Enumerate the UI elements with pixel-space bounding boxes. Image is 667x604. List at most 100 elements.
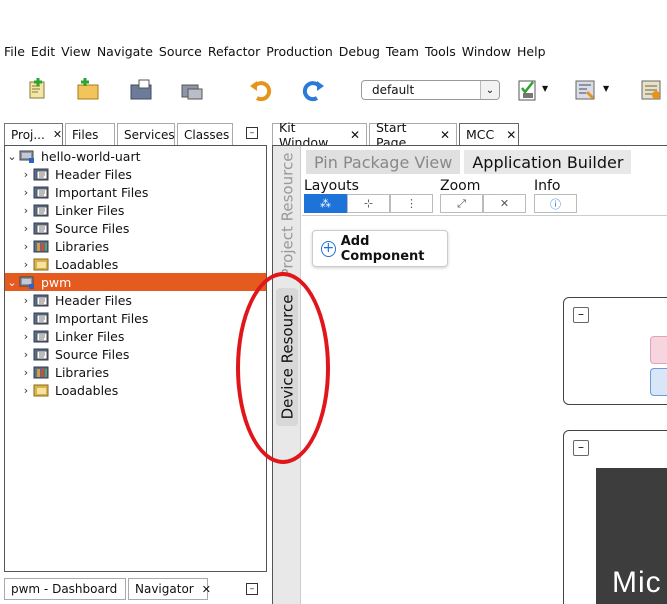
tab-mcc[interactable]: MCC ✕ <box>459 123 519 145</box>
menu-debug[interactable]: Debug <box>339 44 380 59</box>
menu-team[interactable]: Team <box>386 44 419 59</box>
layout-hierarchy-icon[interactable]: ⁂ <box>304 194 347 213</box>
zoom-collapse-icon[interactable]: ✕ <box>483 194 526 213</box>
menu-production[interactable]: Production <box>266 44 333 59</box>
tab-label: pwm - Dashboard <box>11 582 118 596</box>
tab-device-resource[interactable]: Device Resource <box>276 288 298 426</box>
tree-folder-node[interactable]: › Libraries <box>5 363 266 381</box>
tree-folder-node[interactable]: › Important Files <box>5 309 266 327</box>
configuration-select[interactable]: default ⌄ <box>361 80 500 100</box>
chevron-right-icon[interactable]: › <box>19 312 33 325</box>
close-icon[interactable]: ✕ <box>440 128 450 142</box>
tree-project-node[interactable]: ⌄ pwm <box>5 273 266 291</box>
collapse-button[interactable]: – <box>573 307 589 323</box>
info-icon[interactable]: ⓘ <box>534 194 577 213</box>
menu-edit[interactable]: Edit <box>31 44 55 59</box>
chevron-down-icon[interactable]: ⌄ <box>5 276 19 289</box>
tree-folder-node[interactable]: › Loadables <box>5 381 266 399</box>
menu-source[interactable]: Source <box>159 44 202 59</box>
close-icon[interactable]: ✕ <box>202 583 211 596</box>
layout-flow-icon[interactable]: ⋮ <box>390 194 433 213</box>
tab-project-resource[interactable]: Project Resource <box>276 150 298 280</box>
menu-tools[interactable]: Tools <box>425 44 456 59</box>
plus-icon: + <box>321 239 336 257</box>
tab-label: Services <box>124 127 175 142</box>
chevron-right-icon[interactable]: › <box>19 240 33 253</box>
tree-folder-node[interactable]: › Linker Files <box>5 327 266 345</box>
tree-folder-node[interactable]: › Loadables <box>5 255 266 273</box>
close-project-icon[interactable] <box>180 78 204 102</box>
tab-pin-package-view[interactable]: Pin Package View <box>306 150 461 174</box>
redo-icon[interactable] <box>301 78 325 102</box>
open-project-icon[interactable] <box>129 78 153 102</box>
tree-node-label: Loadables <box>55 382 119 398</box>
menu-file[interactable]: File <box>4 44 25 59</box>
tree-folder-node[interactable]: › Source Files <box>5 345 266 363</box>
chevron-right-icon[interactable]: › <box>19 186 33 199</box>
bottom-panel-tabs: pwm - Dashboard Navigator ✕ <box>4 578 267 600</box>
chevron-down-icon[interactable]: ▼ <box>542 84 548 93</box>
tree-folder-node[interactable]: › Linker Files <box>5 201 266 219</box>
tab-dashboard[interactable]: pwm - Dashboard <box>4 578 126 600</box>
menu-navigate[interactable]: Navigate <box>97 44 153 59</box>
tree-folder-node[interactable]: › Header Files <box>5 165 266 183</box>
project-properties-icon[interactable] <box>639 78 663 102</box>
chevron-down-icon[interactable]: ⌄ <box>5 150 19 163</box>
close-icon[interactable]: ✕ <box>350 128 360 142</box>
tab-kit-window[interactable]: Kit Window ✕ <box>272 120 367 150</box>
chevron-right-icon[interactable]: › <box>19 348 33 361</box>
tab-projects[interactable]: Proj... ✕ <box>4 123 63 145</box>
minimize-button[interactable]: – <box>246 583 258 595</box>
tree-node-label: Header Files <box>55 166 132 182</box>
chevron-right-icon[interactable]: › <box>19 168 33 181</box>
chevron-down-icon[interactable]: ⌄ <box>480 81 499 99</box>
chevron-right-icon[interactable]: › <box>19 258 33 271</box>
tree-node-label: Header Files <box>55 292 132 308</box>
project-icon <box>19 275 41 289</box>
tree-folder-node[interactable]: › Source Files <box>5 219 266 237</box>
tree-folder-node[interactable]: › Header Files <box>5 291 266 309</box>
new-project-icon[interactable] <box>76 78 100 102</box>
component-card[interactable]: – <box>563 297 667 405</box>
component-node[interactable] <box>650 336 667 364</box>
menu-refactor[interactable]: Refactor <box>208 44 260 59</box>
chevron-down-icon[interactable]: ▼ <box>603 84 609 93</box>
build-config-icon[interactable] <box>573 78 597 102</box>
collapse-button[interactable]: – <box>573 440 589 456</box>
tab-label: Navigator <box>135 582 194 596</box>
tab-navigator[interactable]: Navigator ✕ <box>128 578 211 600</box>
chevron-right-icon[interactable]: › <box>19 294 33 307</box>
layout-tree-icon[interactable]: ⊹ <box>347 194 390 213</box>
undo-icon[interactable] <box>249 78 273 102</box>
tab-start-page[interactable]: Start Page ✕ <box>369 120 457 150</box>
menu-view[interactable]: View <box>61 44 91 59</box>
tree-project-node[interactable]: ⌄ hello-world-uart <box>5 147 266 165</box>
src-check-icon[interactable] <box>517 78 541 102</box>
tab-files[interactable]: Files <box>65 123 115 145</box>
chevron-right-icon[interactable]: › <box>19 204 33 217</box>
folder-icon <box>33 203 55 217</box>
close-icon[interactable]: ✕ <box>506 128 516 142</box>
minimize-button[interactable]: – <box>246 127 258 139</box>
zoom-label: Zoom <box>440 178 481 194</box>
tab-application-builder[interactable]: Application Builder <box>464 150 632 174</box>
tab-services[interactable]: Services <box>117 123 175 145</box>
component-node[interactable] <box>650 368 667 396</box>
chevron-right-icon[interactable]: › <box>19 366 33 379</box>
menu-window[interactable]: Window <box>462 44 511 59</box>
new-file-icon[interactable] <box>26 78 50 102</box>
tab-classes[interactable]: Classes <box>177 123 233 145</box>
chevron-right-icon[interactable]: › <box>19 384 33 397</box>
left-panel-tabs: Proj... ✕ Files Services Classes <box>4 123 267 145</box>
add-component-button[interactable]: + Add Component <box>312 230 448 267</box>
tree-folder-node[interactable]: › Libraries <box>5 237 266 255</box>
close-icon[interactable]: ✕ <box>53 128 62 141</box>
chevron-right-icon[interactable]: › <box>19 222 33 235</box>
tree-node-label: hello-world-uart <box>41 148 141 164</box>
chevron-right-icon[interactable]: › <box>19 330 33 343</box>
configuration-value: default <box>372 83 415 97</box>
tree-folder-node[interactable]: › Important Files <box>5 183 266 201</box>
menu-help[interactable]: Help <box>517 44 546 59</box>
library-icon <box>33 239 55 253</box>
zoom-fit-icon[interactable]: ⤢ <box>440 194 483 213</box>
